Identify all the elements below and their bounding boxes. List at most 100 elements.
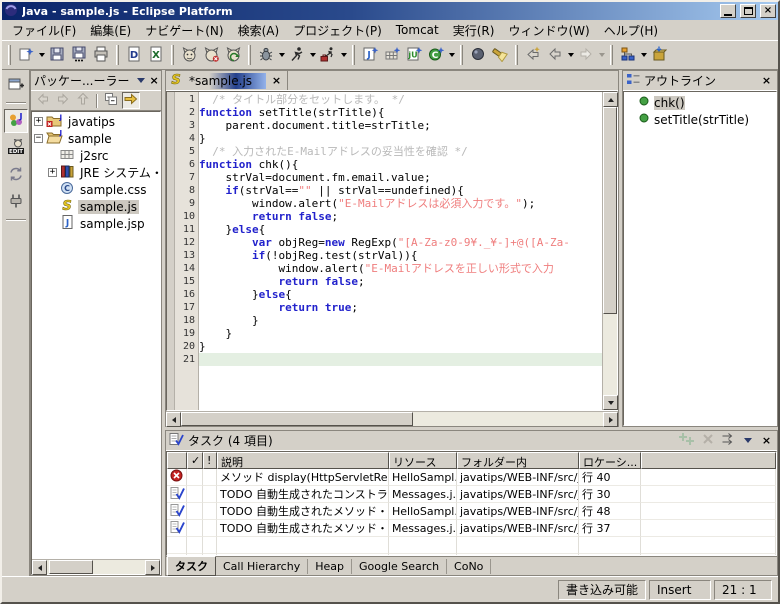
toolbar-save-as-button[interactable] [68,43,90,67]
new-task-button[interactable] [679,433,694,448]
editor-tab-close-button[interactable]: × [269,74,284,88]
toolbar-type-hierarchy-dropdown[interactable] [639,43,648,67]
tree-item-sample[interactable]: − Jsample [32,129,160,147]
toolbar-debug-button[interactable] [255,43,277,67]
toolbar-run-dropdown[interactable] [308,43,317,67]
expand-icon[interactable]: + [48,168,57,177]
collapse-icon[interactable]: − [34,134,43,143]
package-explorer-hscrollbar[interactable] [32,559,160,575]
toolbar-tomcat-start-button[interactable] [178,43,200,67]
toolbar-type-hierarchy-button[interactable] [617,43,639,67]
scroll-left-button[interactable] [32,560,47,575]
column-header-![interactable]: ! [203,452,217,469]
tree-item-sample-css[interactable]: Csample.css [32,181,160,198]
toolbar-run-button[interactable] [286,43,308,67]
delete-task-button[interactable] [700,434,715,448]
menu-help[interactable]: ヘルプ(H) [597,20,665,41]
editor-vscrollbar[interactable] [602,92,618,410]
view-tab--[interactable]: タスク [167,556,216,576]
toolbar-grip[interactable] [352,45,355,65]
toolbar-grip[interactable] [171,45,174,65]
toolbar-grip[interactable] [248,45,251,65]
toolbar-new-java-project-button[interactable]: J [359,43,381,67]
tree-item-javatips[interactable]: + Jjavatips [32,113,160,130]
filter-button[interactable] [721,433,736,448]
toolbar-save-button[interactable] [46,43,68,67]
collapse-all-button[interactable] [102,92,120,109]
toolbar-search-button[interactable] [489,43,511,67]
scroll-left-button[interactable] [166,412,181,427]
toolbar-new-class-button[interactable]: C [425,43,447,67]
toolbar-external-tools-button[interactable] [317,43,339,67]
toolbar-forward-button[interactable] [575,43,597,67]
toolbar-print-button[interactable] [90,43,112,67]
toolbar-generate-x-button[interactable]: X [145,43,167,67]
tree-item-jre-system-library[interactable]: + JRE システム・ [32,164,160,181]
toolbar-back-button[interactable] [544,43,566,67]
scroll-track[interactable] [181,412,603,426]
menu-file[interactable]: ファイル(F) [5,20,83,41]
editor-tab-sample-js[interactable]: S *sample.js × [166,71,289,90]
toolbar-tomcat-restart-button[interactable] [222,43,244,67]
task-row[interactable]: TODO 自動生成されたコンストラクター・...Messages.j...jav… [167,486,776,503]
toolbar-forward-dropdown[interactable] [597,43,606,67]
toolbar-new-wizard-button[interactable] [15,43,37,67]
column-header-ロケーシ...[interactable]: ロケーシ... [579,452,641,469]
toolbar-new-class-dropdown[interactable] [447,43,456,67]
view-menu-button[interactable] [740,434,755,448]
toolbar-grip[interactable] [610,45,613,65]
menu-window[interactable]: ウィンドウ(W) [501,20,596,41]
view-close-button[interactable]: × [759,74,774,88]
toolbar-grip[interactable] [8,45,11,65]
column-header-リソース[interactable]: リソース [389,452,457,469]
toolbar-tomcat-stop-button[interactable] [200,43,222,67]
toolbar-new-java-package-button[interactable] [381,43,403,67]
scroll-thumb[interactable] [48,560,94,574]
toolbar-generate-d-button[interactable]: D [123,43,145,67]
toolbar-back-dropdown[interactable] [566,43,575,67]
toolbar-grip[interactable] [515,45,518,65]
menu-tomcat[interactable]: Tomcat [389,21,446,39]
menu-search[interactable]: 検索(A) [231,20,287,41]
toolbar-new-junit-test-button[interactable]: jU [403,43,425,67]
perspective-open-perspective-button[interactable] [4,73,28,97]
scroll-down-button[interactable] [603,395,618,410]
toolbar-debug-dropdown[interactable] [277,43,286,67]
link-editor-button[interactable] [122,92,140,109]
package-explorer-titlebar[interactable]: パッケー...ーラー × [31,71,161,91]
toolbar-grip[interactable] [116,45,119,65]
toolbar-grip[interactable] [460,45,463,65]
maximize-button[interactable] [740,4,756,18]
column-header-フォルダー内[interactable]: フォルダー内 [457,452,579,469]
minimize-button[interactable] [720,4,736,18]
scroll-track[interactable] [603,107,617,395]
titlebar[interactable]: Java - sample.js - Eclipse Platform × [2,2,778,20]
view-tab-cono[interactable]: CoNo [447,558,492,574]
view-tab-heap[interactable]: Heap [308,558,352,574]
tree-item-sample-jsp[interactable]: Jsample.jsp [32,215,160,232]
menu-project[interactable]: プロジェクト(P) [286,20,389,41]
outline-item[interactable]: setTitle(strTitle) [624,111,776,128]
scroll-track[interactable] [47,560,145,574]
code-area[interactable]: /* タイトル部分をセットします。 */function setTitle(st… [199,92,602,410]
editor-hscrollbar[interactable] [166,411,618,427]
pe-up-button[interactable] [74,92,92,109]
toolbar-last-edit-location-button[interactable] [522,43,544,67]
view-menu-button[interactable] [137,74,146,88]
task-row[interactable]: メソッド display(HttpServletResponse...Hello… [167,469,776,486]
perspective-tomcat-edit-perspective-button[interactable]: EDIT [4,136,28,160]
view-close-button[interactable]: × [759,434,774,448]
task-row[interactable]: TODO 自動生成されたメソッド・スタブMessages.j...javatip… [167,520,776,537]
toolbar-java-browse-button[interactable] [467,43,489,67]
column-header-✓[interactable]: ✓ [187,452,203,469]
column-header-icon[interactable] [167,452,187,469]
scroll-right-button[interactable] [603,412,618,427]
scroll-right-button[interactable] [145,560,160,575]
close-button[interactable]: × [760,4,776,18]
menu-navigate[interactable]: ナビゲート(N) [138,20,230,41]
tree-item-j2src[interactable]: j2src [32,147,160,164]
toolbar-open-type-button[interactable] [648,43,670,67]
outline-titlebar[interactable]: アウトライン × [623,71,777,91]
perspective-plug-perspective-button[interactable] [4,190,28,214]
perspective-java-perspective-button[interactable]: J [3,109,28,133]
